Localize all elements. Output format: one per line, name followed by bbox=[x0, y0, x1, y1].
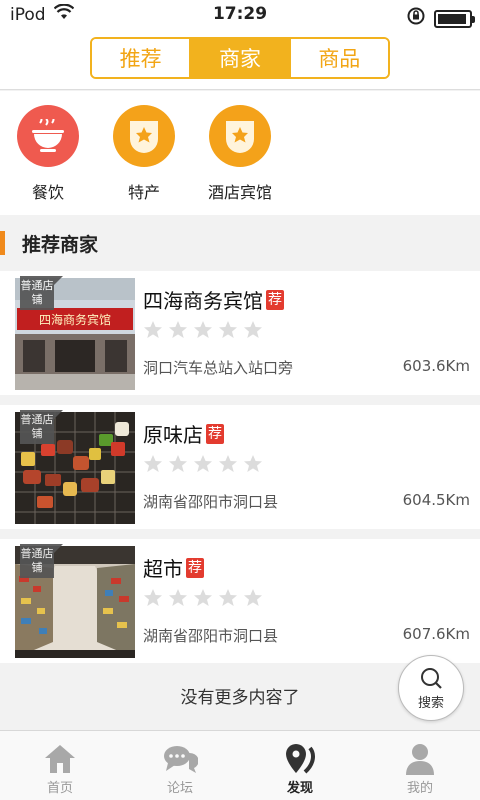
recommend-badge: 荐 bbox=[266, 289, 284, 310]
nav-discover[interactable]: 发现 bbox=[240, 731, 360, 800]
bowl-icon bbox=[17, 105, 79, 167]
category-label: 酒店宾馆 bbox=[207, 183, 272, 202]
nav-label: 发现 bbox=[286, 781, 313, 796]
star-icon bbox=[244, 589, 262, 606]
nav-forum[interactable]: 论坛 bbox=[120, 731, 240, 800]
star-icon bbox=[244, 455, 262, 472]
chat-icon bbox=[120, 741, 240, 777]
shop-type-tag: 普通店铺 bbox=[20, 544, 63, 578]
rating-stars bbox=[143, 320, 263, 340]
merchant-distance: 604.5Km bbox=[402, 491, 470, 509]
merchant-address: 洞口汽车总站入站口旁 bbox=[143, 359, 294, 377]
tab-merchants[interactable]: 商家 bbox=[189, 39, 289, 77]
nav-me[interactable]: 我的 bbox=[360, 731, 480, 800]
star-icon bbox=[169, 589, 187, 606]
rating-stars bbox=[143, 454, 263, 474]
merchant-card[interactable]: 四海商务宾馆 普通店铺 四海商务宾馆 荐 洞口汽车总站入站口旁 603.6Km bbox=[0, 271, 480, 395]
battery-icon bbox=[434, 9, 475, 28]
shop-type-tag: 普通店铺 bbox=[20, 276, 63, 310]
star-icon bbox=[144, 321, 162, 338]
star-icon bbox=[169, 455, 187, 472]
nav-label: 论坛 bbox=[166, 781, 193, 796]
star-icon bbox=[194, 455, 212, 472]
category-label: 餐饮 bbox=[31, 183, 64, 202]
rating-stars bbox=[143, 588, 263, 608]
screen: iPod 17:29 推荐 商家 商品 餐饮 特产 酒店宾馆 推荐商家 四海商务… bbox=[0, 0, 480, 800]
category-hotel[interactable]: 酒店宾馆 bbox=[190, 105, 290, 203]
merchant-name-text: 超市 bbox=[143, 557, 183, 581]
star-badge-icon bbox=[209, 105, 271, 167]
category-row: 餐饮 特产 酒店宾馆 bbox=[0, 91, 480, 215]
star-icon bbox=[169, 321, 187, 338]
section-header: 推荐商家 bbox=[0, 215, 480, 271]
nav-home[interactable]: 首页 bbox=[0, 731, 120, 800]
merchant-name: 超市 荐 bbox=[143, 553, 204, 582]
search-label: 搜索 bbox=[417, 696, 444, 711]
merchant-name: 原味店 荐 bbox=[143, 419, 224, 448]
search-icon bbox=[399, 656, 463, 694]
star-icon bbox=[194, 589, 212, 606]
nav-label: 我的 bbox=[406, 781, 433, 796]
merchant-address: 湖南省邵阳市洞口县 bbox=[143, 627, 279, 645]
star-icon bbox=[219, 321, 237, 338]
recommend-badge: 荐 bbox=[186, 557, 204, 578]
merchant-distance: 607.6Km bbox=[402, 625, 470, 643]
merchant-distance: 603.6Km bbox=[402, 357, 470, 375]
home-icon bbox=[0, 741, 120, 777]
star-icon bbox=[194, 321, 212, 338]
person-icon bbox=[360, 741, 480, 777]
merchant-name-text: 原味店 bbox=[143, 423, 203, 447]
shop-sign-text: 四海商务宾馆 bbox=[39, 312, 111, 327]
segmented-control: 推荐 商家 商品 bbox=[90, 37, 390, 79]
category-label: 特产 bbox=[127, 183, 160, 202]
merchant-name: 四海商务宾馆 荐 bbox=[143, 285, 284, 314]
tab-products[interactable]: 商品 bbox=[288, 39, 388, 77]
shop-type-tag: 普通店铺 bbox=[20, 410, 63, 444]
nav-label: 首页 bbox=[46, 781, 73, 796]
star-icon bbox=[144, 455, 162, 472]
star-icon bbox=[144, 589, 162, 606]
star-icon bbox=[219, 589, 237, 606]
category-dining[interactable]: 餐饮 bbox=[0, 105, 98, 203]
merchant-card[interactable]: 普通店铺 原味店 荐 湖南省邵阳市洞口县 604.5Km bbox=[0, 405, 480, 529]
bottom-nav: 首页 论坛 发现 我的 bbox=[0, 730, 480, 800]
section-accent-bar bbox=[0, 231, 5, 255]
merchant-name-text: 四海商务宾馆 bbox=[143, 289, 263, 313]
star-icon bbox=[244, 321, 262, 338]
section-title: 推荐商家 bbox=[22, 234, 99, 256]
rotation-lock-icon bbox=[406, 6, 426, 31]
search-button[interactable]: 搜索 bbox=[398, 655, 464, 721]
merchant-address: 湖南省邵阳市洞口县 bbox=[143, 493, 279, 511]
star-icon bbox=[219, 455, 237, 472]
category-specialty[interactable]: 特产 bbox=[94, 105, 194, 203]
status-bar: iPod 17:29 bbox=[0, 0, 480, 32]
merchant-card[interactable]: 普通店铺 超市 荐 湖南省邵阳市洞口县 607.6Km bbox=[0, 539, 480, 663]
discover-icon bbox=[240, 741, 360, 777]
tab-recommend[interactable]: 推荐 bbox=[92, 39, 190, 77]
star-badge-icon bbox=[113, 105, 175, 167]
recommend-badge: 荐 bbox=[206, 423, 224, 444]
top-nav: 推荐 商家 商品 bbox=[0, 32, 480, 90]
